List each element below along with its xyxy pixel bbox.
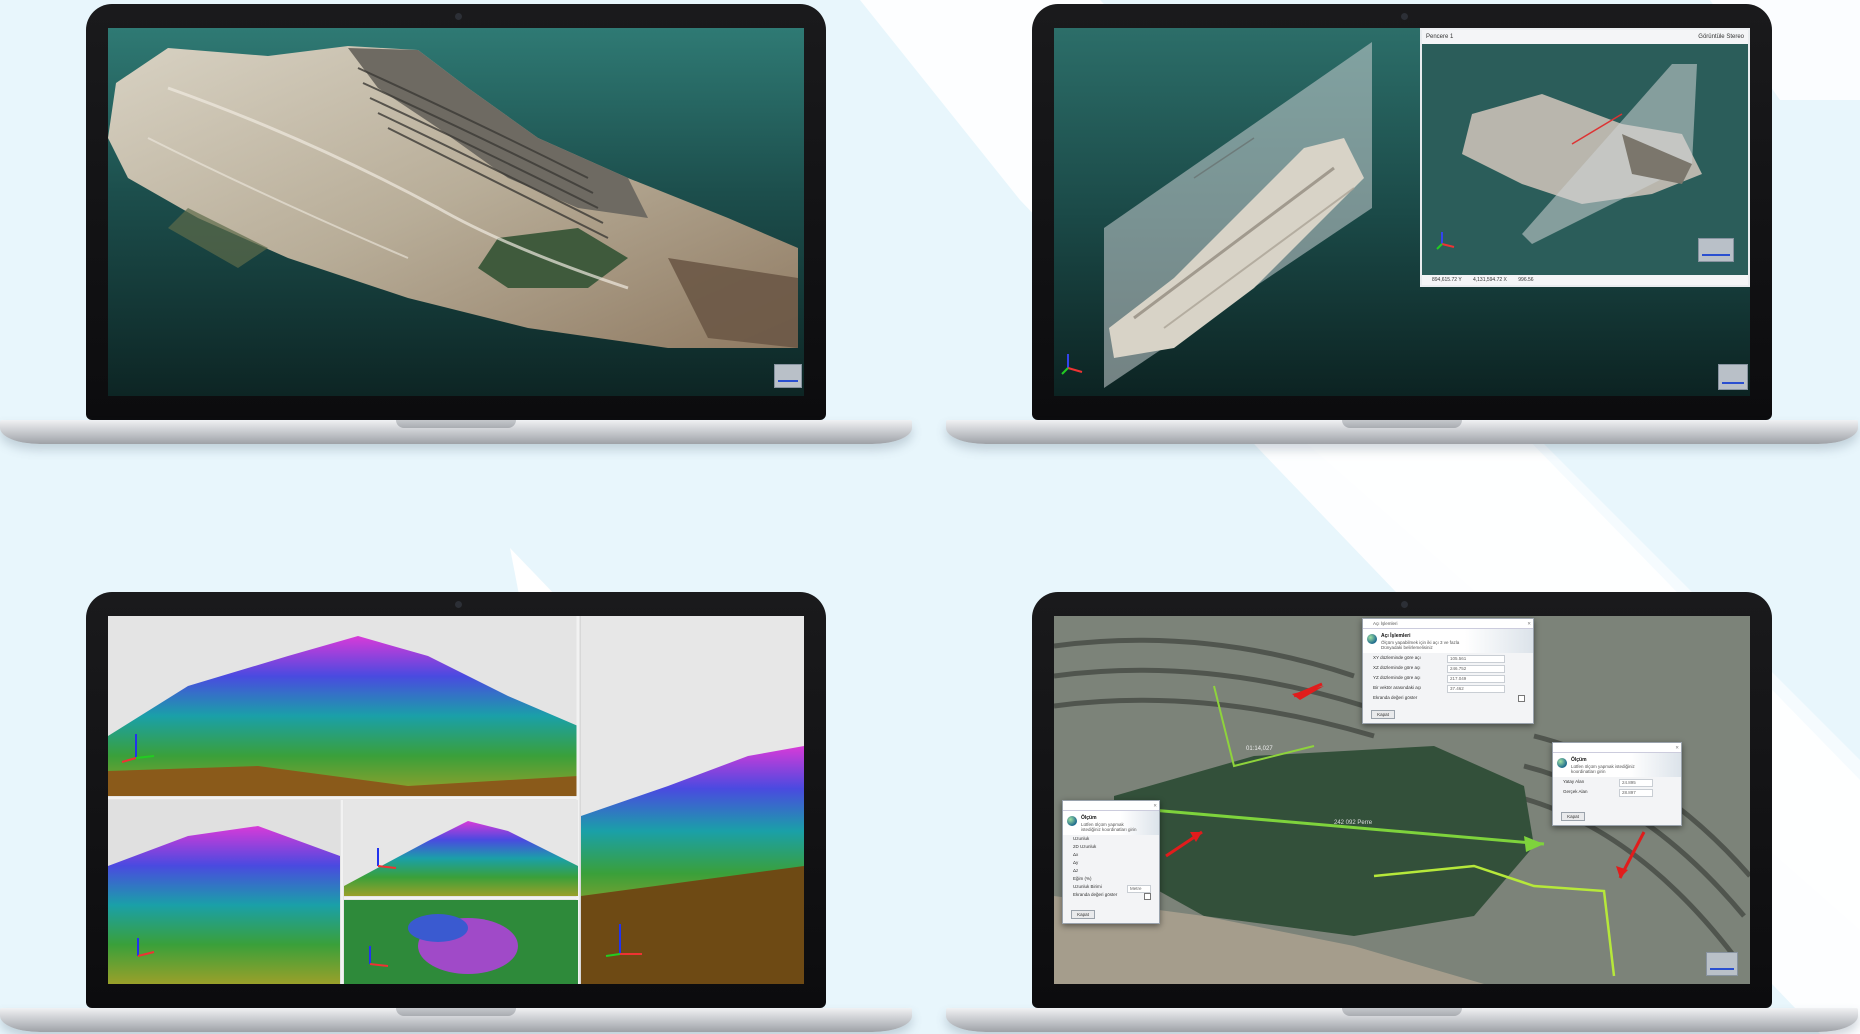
- laptop-notch: [1342, 1008, 1462, 1016]
- show-on-screen-row: Ekranda değeri göster: [1363, 693, 1533, 703]
- length-2d-row: 2D Uzunluk: [1073, 844, 1097, 849]
- laptop-lid: 01:14,027 242 092 Perre Açı İşlemleri ✕ A…: [1032, 592, 1772, 1008]
- real-area-field[interactable]: 28.897: [1619, 789, 1653, 797]
- show-on-screen-checkbox[interactable]: [1144, 893, 1151, 900]
- show-on-screen-row: Ekranda değeri göster: [1063, 891, 1159, 900]
- laptop-notch: [396, 1008, 516, 1016]
- close-icon[interactable]: ✕: [1153, 801, 1157, 810]
- dialog-heading: Açı İşlemleri: [1381, 633, 1411, 639]
- show-on-screen-checkbox[interactable]: [1518, 695, 1525, 702]
- screen-elevation-views[interactable]: [108, 616, 804, 984]
- dialog-titlebar[interactable]: Açı İşlemleri ✕: [1363, 619, 1533, 629]
- dialog-heading: Ölçüm: [1571, 757, 1587, 763]
- globe-icon: [1367, 634, 1377, 644]
- area-measurement-dialog[interactable]: ✕ Ölçüm Lütfen ölçüm yapmak istediğiniz …: [1552, 742, 1682, 826]
- dz-row: Δz: [1073, 868, 1079, 873]
- dialog-header: Ölçüm Lütfen ölçüm yapmak istediğiniz ko…: [1063, 811, 1159, 835]
- window-menu[interactable]: Görüntüle Stereo: [1698, 30, 1744, 44]
- laptop-base: [0, 420, 912, 444]
- xz-angle-row: XZ düzleminde göre açı 246.752: [1363, 663, 1533, 673]
- length-row: Uzunluk: [1073, 836, 1090, 841]
- navigation-cube-widget[interactable]: [1718, 364, 1748, 390]
- screen-mine-aerial[interactable]: 01:14,027 242 092 Perre Açı İşlemleri ✕ A…: [1054, 616, 1750, 984]
- screen-section-view[interactable]: Pencere 1 Görüntüle Stereo 894,615.72 Y …: [1054, 28, 1750, 396]
- angle-operations-dialog[interactable]: Açı İşlemleri ✕ Açı İşlemleri Ölçüm yapab…: [1362, 618, 1534, 724]
- status-bar: 894,615.72 Y 4,131,594.72 X 996.56: [1422, 275, 1748, 285]
- horizontal-area-row: Yatay Alan 24.895: [1553, 777, 1681, 787]
- status-x: 4,131,594.72 X: [1472, 277, 1507, 283]
- dialog-heading: Ölçüm: [1081, 815, 1097, 821]
- webcam: [455, 13, 462, 20]
- webcam: [1401, 13, 1408, 20]
- laptop-base: [946, 420, 1858, 444]
- close-button[interactable]: Kapat: [1561, 812, 1585, 821]
- laptop-elevation-views: [0, 592, 912, 1032]
- vector-angle-field[interactable]: 37.462: [1447, 685, 1505, 693]
- laptop-notch: [396, 420, 516, 428]
- laptop-lid: Pencere 1 Görüntüle Stereo 894,615.72 Y …: [1032, 4, 1772, 420]
- laptop-lid: [86, 4, 826, 420]
- real-area-row: Gerçek Alan 28.897: [1553, 787, 1681, 797]
- xz-angle-field[interactable]: 246.752: [1447, 665, 1505, 673]
- laptop-notch: [1342, 420, 1462, 428]
- mine-3d-model[interactable]: [108, 28, 804, 396]
- horizontal-area-field[interactable]: 24.895: [1619, 779, 1653, 787]
- webcam: [1401, 601, 1408, 608]
- window-titlebar[interactable]: Pencere 1 Görüntüle Stereo: [1422, 30, 1748, 44]
- xy-angle-field[interactable]: 105.561: [1447, 655, 1505, 663]
- laptop-base: [946, 1008, 1858, 1032]
- dx-row: Δx: [1073, 852, 1079, 857]
- yz-angle-field[interactable]: 217.049: [1447, 675, 1505, 683]
- status-z: 996.56: [1518, 277, 1534, 283]
- axis-indicator: [1061, 354, 1083, 375]
- close-button[interactable]: Kapat: [1371, 710, 1395, 719]
- measurement-label-2: 242 092 Perre: [1334, 820, 1373, 826]
- laptop-mine-model: [0, 4, 912, 444]
- dialog-subheading: Ölçüm yapabilmek için iki açı 3 ve fazla…: [1381, 640, 1460, 650]
- navigation-cube-widget[interactable]: [1698, 238, 1734, 262]
- dialog-header: Ölçüm Lütfen ölçüm yapmak istediğiniz ko…: [1553, 753, 1681, 777]
- globe-icon: [1067, 816, 1077, 826]
- globe-icon: [1557, 758, 1567, 768]
- secondary-view-window[interactable]: Pencere 1 Görüntüle Stereo 894,615.72 Y …: [1420, 28, 1750, 287]
- window-title: Pencere 1: [1426, 34, 1454, 40]
- length-unit-row: Uzunluk Birimi Metre: [1063, 883, 1159, 893]
- xy-angle-row: XY düzleminde göre açı 105.561: [1363, 653, 1533, 663]
- laptop-lid: [86, 592, 826, 1008]
- elevation-model-views[interactable]: [108, 616, 804, 984]
- navigation-cube-widget[interactable]: [774, 364, 802, 388]
- close-icon[interactable]: ✕: [1527, 619, 1531, 628]
- dialog-header: Açı İşlemleri Ölçüm yapabilmek için iki …: [1363, 629, 1533, 653]
- close-button[interactable]: Kapat: [1071, 910, 1095, 919]
- dialog-titlebar[interactable]: ✕: [1553, 743, 1681, 753]
- laptop-section-plane: Pencere 1 Görüntüle Stereo 894,615.72 Y …: [946, 4, 1858, 444]
- laptop-measurement-tools: 01:14,027 242 092 Perre Açı İşlemleri ✕ A…: [946, 592, 1858, 1032]
- distance-measurement-dialog[interactable]: ✕ Ölçüm Lütfen ölçüm yapmak istediğiniz …: [1062, 800, 1160, 924]
- status-y: 894,615.72 Y: [1432, 277, 1462, 283]
- webcam: [455, 601, 462, 608]
- measurement-label-1: 01:14,027: [1246, 746, 1273, 752]
- dialog-titlebar[interactable]: ✕: [1063, 801, 1159, 811]
- dialog-subheading: Lütfen ölçüm yapmak istediğiniz koordina…: [1571, 764, 1635, 774]
- close-icon[interactable]: ✕: [1675, 743, 1679, 752]
- navigation-cube-widget[interactable]: [1706, 952, 1738, 976]
- dialog-subheading: Lütfen ölçüm yapmak istediğiniz koordina…: [1081, 822, 1137, 832]
- screen-mine-3d-view[interactable]: [108, 28, 804, 396]
- dy-row: Δy: [1073, 860, 1079, 865]
- dialog-title: Açı İşlemleri: [1373, 621, 1398, 626]
- slope-row: Eğim (%): [1073, 876, 1092, 881]
- laptop-base: [0, 1008, 912, 1032]
- yz-angle-row: YZ düzleminde göre açı 217.049: [1363, 673, 1533, 683]
- vector-angle-row: Bir vektör arasındaki açı 37.462: [1363, 683, 1533, 693]
